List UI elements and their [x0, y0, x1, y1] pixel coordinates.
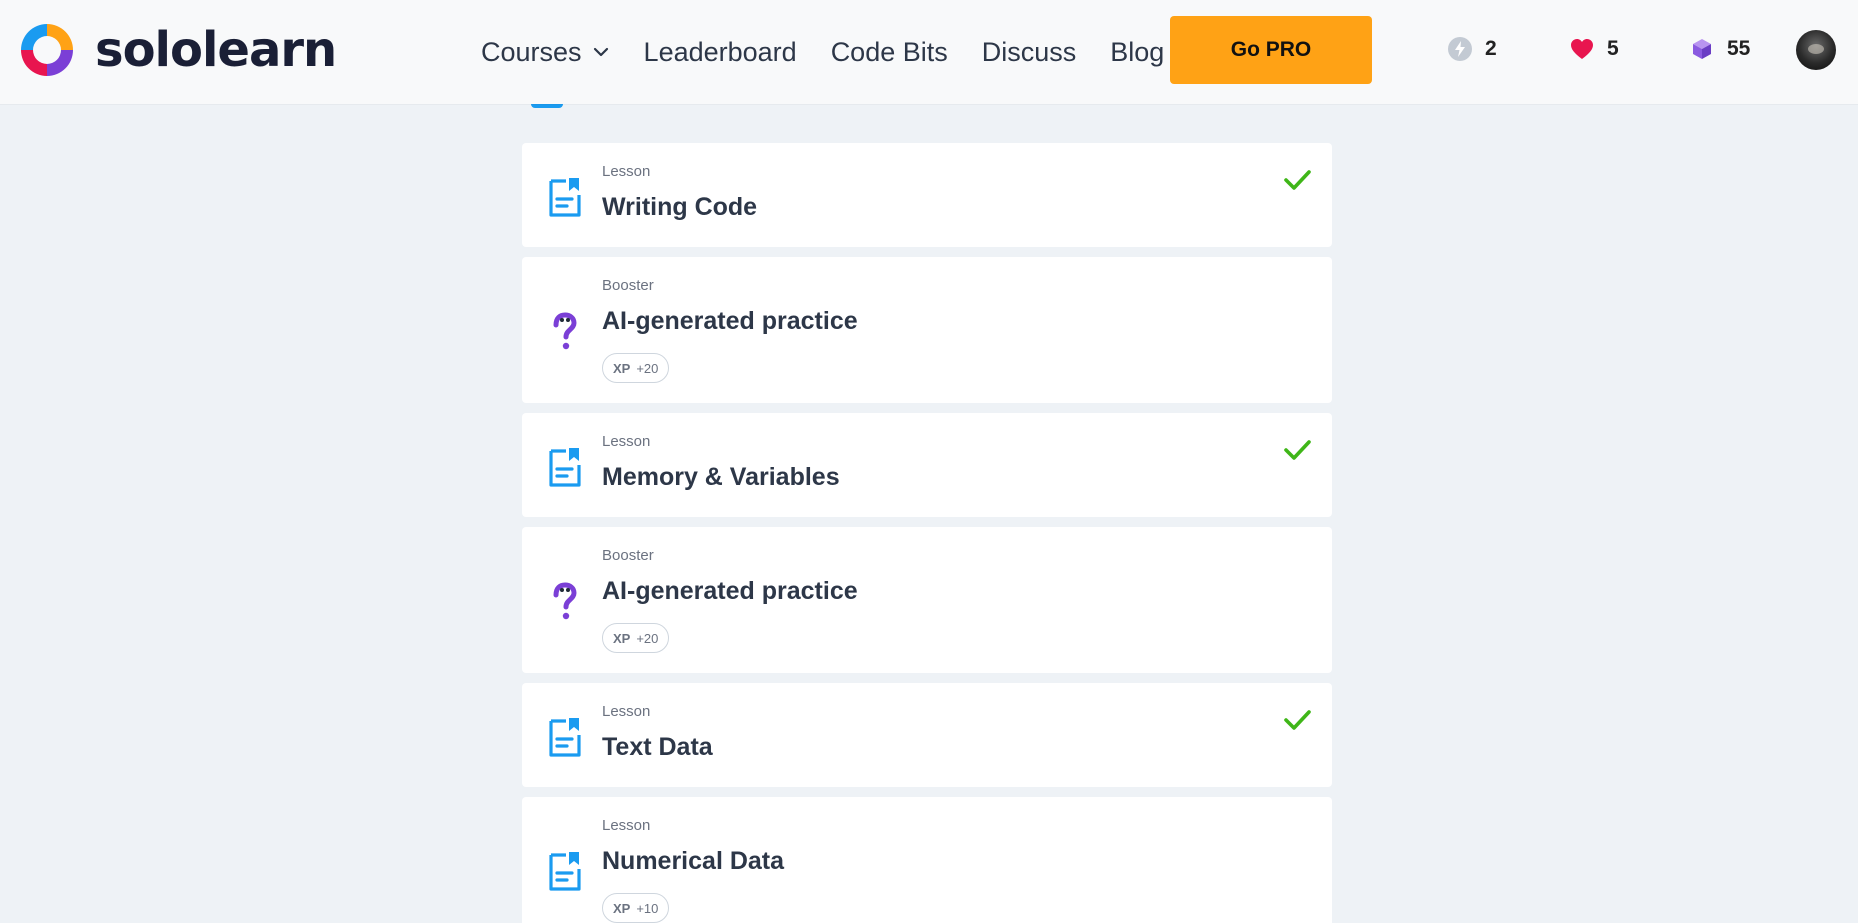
item-kind: Lesson: [602, 817, 651, 834]
user-avatar[interactable]: [1796, 30, 1836, 70]
streak-value: 2: [1485, 37, 1497, 60]
lesson-item[interactable]: Lesson Memory & Variables: [522, 413, 1332, 517]
xp-value: +20: [636, 630, 659, 646]
sololearn-logo[interactable]: sololearn: [17, 20, 337, 80]
lesson-icon: [549, 852, 581, 891]
item-kind: Lesson: [602, 433, 651, 450]
item-title: AI-generated practice: [602, 307, 858, 335]
hearts-counter[interactable]: 5: [1569, 36, 1619, 62]
item-title: AI-generated practice: [602, 577, 858, 605]
item-title: Numerical Data: [602, 847, 785, 875]
xp-value: +20: [636, 360, 659, 376]
sololearn-logo-icon: [21, 24, 73, 76]
checkmark-icon: [1284, 170, 1311, 190]
booster-icon: [553, 582, 577, 620]
lesson-icon: [549, 178, 581, 217]
xp-label: XP: [613, 900, 631, 916]
booster-icon: [553, 312, 577, 350]
item-kind: Lesson: [602, 703, 651, 720]
heart-icon: [1571, 39, 1593, 59]
gems-value: 55: [1727, 37, 1751, 60]
nav-courses-label: Courses: [481, 36, 582, 67]
checkmark-icon: [1284, 440, 1311, 460]
lightning-icon: [1448, 37, 1472, 61]
main-nav: Courses Leaderboard Code Bits Discuss Bl…: [481, 0, 1198, 104]
xp-label: XP: [613, 630, 631, 646]
xp-label: XP: [613, 360, 631, 376]
gem-cube-icon: [1693, 39, 1711, 59]
go-pro-button[interactable]: Go PRO: [1170, 16, 1372, 84]
xp-badge: XP +10: [602, 893, 670, 923]
gems-counter[interactable]: 55: [1689, 36, 1750, 62]
xp-badge: XP +20: [602, 353, 670, 383]
booster-item[interactable]: Booster AI-generated practice XP +20: [522, 257, 1332, 403]
brand-wordmark: sololearn: [95, 22, 337, 78]
item-title: Text Data: [602, 733, 713, 761]
checkmark-icon: [1284, 710, 1311, 730]
item-kind: Lesson: [602, 163, 651, 180]
lesson-item[interactable]: Lesson Writing Code: [522, 143, 1332, 247]
nav-courses[interactable]: Courses: [481, 37, 610, 68]
nav-discuss[interactable]: Discuss: [982, 37, 1077, 68]
hearts-value: 5: [1607, 37, 1619, 60]
lesson-icon: [549, 448, 581, 487]
item-title: Memory & Variables: [602, 463, 840, 491]
lesson-icon: [549, 718, 581, 757]
top-navigation-bar: sololearn Courses Leaderboard Code Bits …: [0, 0, 1858, 104]
nav-leaderboard[interactable]: Leaderboard: [644, 37, 797, 68]
streak-counter[interactable]: 2: [1447, 36, 1497, 62]
item-kind: Booster: [602, 547, 654, 564]
booster-item[interactable]: Booster AI-generated practice XP +20: [522, 527, 1332, 673]
xp-value: +10: [636, 900, 659, 916]
xp-badge: XP +20: [602, 623, 670, 653]
item-kind: Booster: [602, 277, 654, 294]
item-title: Writing Code: [602, 193, 758, 221]
lesson-item[interactable]: Lesson Numerical Data XP +10: [522, 797, 1332, 923]
nav-blog[interactable]: Blog: [1110, 37, 1164, 68]
chevron-down-icon: [593, 47, 608, 57]
nav-code-bits[interactable]: Code Bits: [831, 37, 948, 68]
lesson-item[interactable]: Lesson Text Data: [522, 683, 1332, 787]
